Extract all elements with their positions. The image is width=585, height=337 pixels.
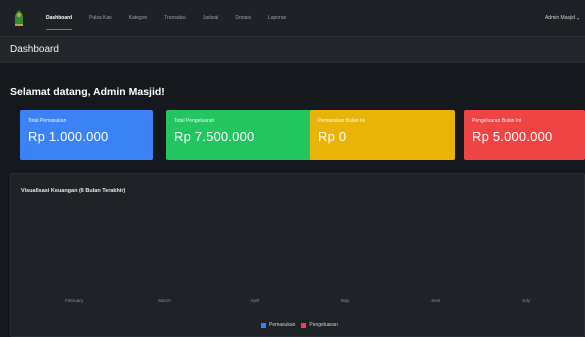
- chart-legend: Pemasukan Pengeluaran: [261, 322, 344, 328]
- total-income-card: Total Pemasukan Rp 1.000.000: [20, 110, 153, 160]
- card-value: Rp 0: [318, 129, 347, 144]
- card-value: Rp 7.500.000: [174, 129, 255, 144]
- chart-title: Visualisasi Keuangan (6 Bulan Terakhir): [21, 188, 126, 194]
- monthly-income-card: Pemasukan Bulan Ini Rp 0: [310, 110, 455, 160]
- card-value: Rp 1.000.000: [28, 129, 109, 144]
- legend-item[interactable]: Pemasukan: [261, 322, 295, 328]
- nav-item-donasi[interactable]: Donasi: [235, 0, 251, 36]
- user-name: Admin Masjid: [544, 15, 575, 21]
- legend-swatch: [261, 322, 266, 328]
- top-navbar: Dashboard Pulsa Kas Kategori Transaksi Jadwa…: [0, 0, 585, 36]
- x-tick-label: February: [65, 298, 84, 303]
- card-value: Rp 5.000.000: [472, 129, 553, 144]
- legend-label: Pemasukan: [269, 322, 296, 328]
- legend-swatch: [301, 322, 307, 328]
- x-tick-label: May: [341, 298, 350, 303]
- page-header: Dashboard: [0, 36, 585, 63]
- x-tick-label: June: [431, 298, 441, 303]
- page-title: Dashboard: [10, 44, 59, 55]
- nav-item-jadwal[interactable]: Jadwal: [203, 0, 219, 36]
- x-tick-label: July: [522, 298, 531, 303]
- nav-menu: Dashboard Pulsa Kas Kategori Transaksi Jadwa…: [46, 0, 303, 36]
- nav-item-laporan[interactable]: Laporan: [268, 0, 286, 36]
- card-label: Total Pemasukan: [28, 118, 67, 124]
- finance-chart-panel: February March April May June July Visualisas…: [10, 173, 585, 337]
- welcome-message: Selamat datang, Admin Masjid!: [10, 86, 165, 98]
- nav-item-dashboard[interactable]: Dashboard: [46, 0, 73, 36]
- user-menu[interactable]: Admin Masjid ▾: [545, 0, 579, 36]
- card-label: Total Pengeluaran: [174, 118, 215, 124]
- summary-cards: Total Pemasukan Rp 1.000.000 Total Penge…: [20, 110, 585, 160]
- nav-item-pulsa-kas[interactable]: Pulsa Kas: [89, 0, 112, 36]
- total-expense-card: Total Pengeluaran Rp 7.500.000: [166, 110, 316, 160]
- legend-label: Pengeluaran: [309, 322, 338, 328]
- nav-item-transaksi[interactable]: Transaksi: [164, 0, 186, 36]
- chevron-down-icon: ▾: [576, 15, 579, 21]
- dashboard-page: Dashboard Pulsa Kas Kategori Transaksi Jadwa…: [0, 0, 585, 337]
- finance-bar-chart: February March April May June July: [65, 298, 531, 303]
- x-tick-label: April: [250, 298, 259, 303]
- card-label: Pengeluaran Bulan Ini: [472, 118, 522, 124]
- mosque-logo-icon[interactable]: [12, 9, 26, 27]
- monthly-expense-card: Pengeluaran Bulan Ini Rp 5.000.000: [464, 110, 585, 160]
- nav-item-kategori[interactable]: Kategori: [129, 0, 148, 36]
- card-label: Pemasukan Bulan Ini: [318, 118, 366, 124]
- legend-item[interactable]: Pengeluaran: [301, 322, 338, 328]
- x-tick-label: March: [158, 298, 171, 303]
